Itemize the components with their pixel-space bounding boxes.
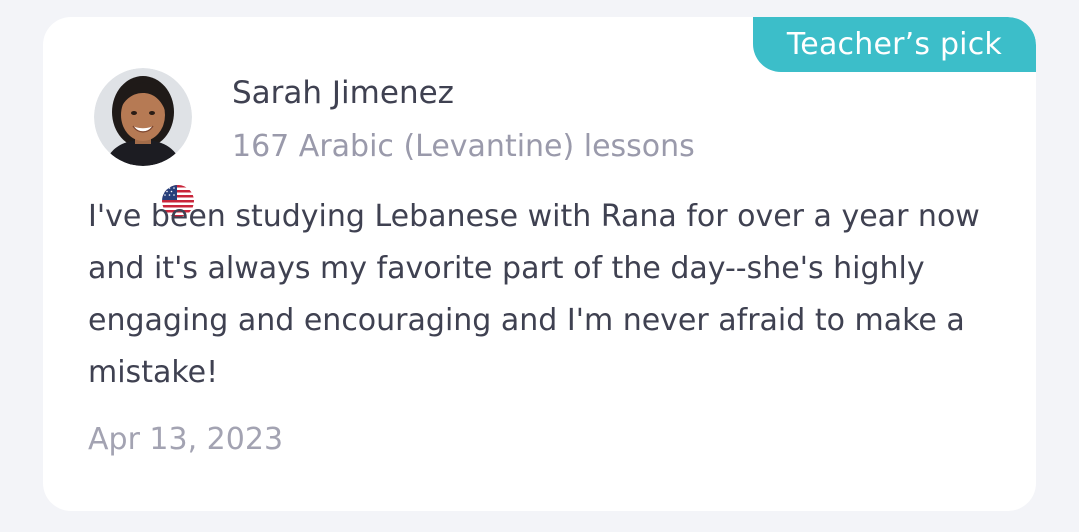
lesson-count: 167 Arabic (Levantine) lessons xyxy=(232,129,695,164)
reviewer-avatar-container xyxy=(94,68,197,220)
teachers-pick-badge: Teacher’s pick xyxy=(752,17,1036,72)
review-date: Apr 13, 2023 xyxy=(88,422,284,457)
avatar xyxy=(94,68,192,166)
review-text: I've been studying Lebanese with Rana fo… xyxy=(88,199,980,390)
review-card: Teacher’s pick Sarah Jimenez 167 Arabic … xyxy=(43,17,1036,511)
reviewer-name: Sarah Jimenez xyxy=(232,75,454,111)
